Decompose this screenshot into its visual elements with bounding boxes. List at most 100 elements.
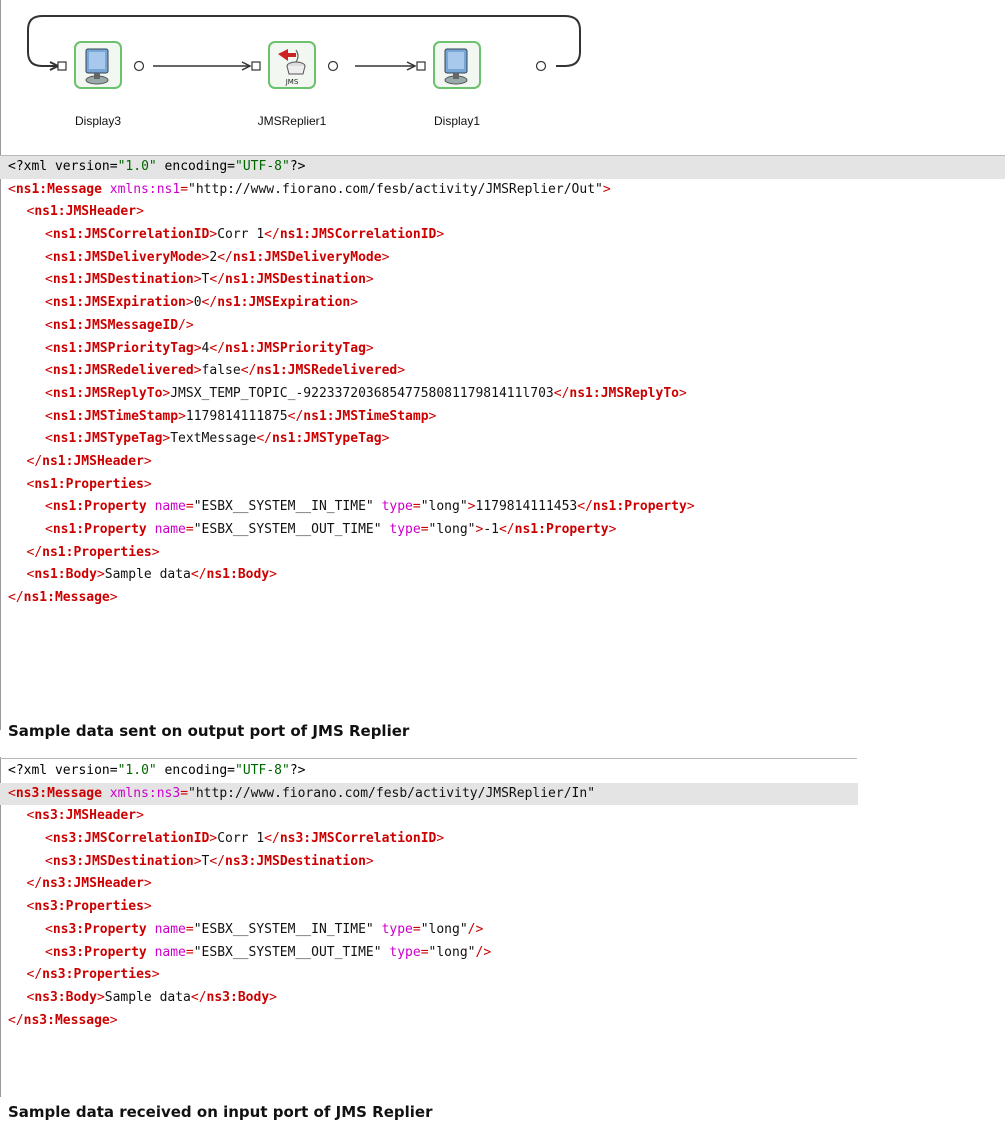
xml-tag: ns3:JMSDestination [52,853,194,869]
xml-properties-close: </ns1:Properties> [26,544,160,560]
xml-tag: ns3:Message [15,785,102,801]
xml-value: false [201,363,241,379]
xml-attr: name [154,921,186,937]
xml-header-close: </ns3:JMSHeader> [26,876,152,892]
input-port[interactable] [251,61,261,71]
output-port[interactable] [535,60,547,72]
xml-header-field: <ns1:JMSDeliveryMode>2</ns1:JMSDeliveryM… [45,249,390,265]
xml-value: Corr 1 [217,831,265,847]
xml-header-open: <ns3:JMSHeader> [26,808,144,824]
xml-header-open: <ns1:JMSHeader> [26,204,144,220]
input-xml-view: <?xml version="1.0" encoding="UTF-8"?> <n… [0,760,1005,1032]
xml-header-field: <ns1:JMSTypeTag>TextMessage</ns1:JMSType… [45,431,390,447]
xml-value: Sample data [104,567,191,583]
xml-attr: type [381,499,413,515]
xml-value: -1 [483,522,499,537]
xml-header-field: <ns3:JMSDestination>T</ns3:JMSDestinatio… [45,853,374,869]
xml-tag: ns3:JMSCorrelationID [279,831,437,847]
xml-property: <ns1:Property name="ESBX__SYSTEM__IN_TIM… [45,499,695,515]
node-display3[interactable] [57,41,145,89]
node-label-jmsreplier1: JMSReplier1 [258,114,327,128]
node-jmsreplier1[interactable]: JMS [251,41,339,89]
xml-tag: ns1:Property [514,522,609,537]
output-port[interactable] [327,60,339,72]
xml-tag: ns3:Properties [42,967,152,983]
xml-tag: ns1:JMSExpiration [217,295,351,311]
xml-tag: ns1:JMSTypeTag [271,431,382,447]
xml-value: TextMessage [170,431,257,447]
jms-badge: JMS [285,78,299,86]
xml-tag: ns1:JMSMessageID [52,317,179,333]
xml-header-field: <ns3:JMSCorrelationID>Corr 1</ns3:JMSCor… [45,831,445,847]
input-port[interactable] [416,61,426,71]
xml-declaration: <?xml version="1.0" encoding="UTF-8"?> [0,156,1005,179]
xml-attr-value: "long" [420,921,468,937]
xml-attr-value: "ESBX__SYSTEM__IN_TIME" [193,499,374,515]
xml-tag: ns1:JMSReplyTo [569,385,679,401]
xml-attr-value: "ESBX__SYSTEM__OUT_TIME" [193,944,382,960]
xml-root-open: <ns3:Message xmlns:ns3="http://www.fiora… [0,782,858,806]
xml-header-field: <ns1:JMSReplyTo>JMSX_TEMP_TOPIC_-9223372… [45,385,687,401]
xml-tag: ns3:Properties [34,899,144,915]
xml-value: 1179814111875 [185,408,288,424]
xml-tag: ns1:Body [34,567,97,583]
input-caption: Sample data received on input port of JM… [8,1103,433,1121]
xml-header-field: <ns1:JMSRedelivered>false</ns1:JMSRedeli… [45,363,406,379]
xml-value: JMSX_TEMP_TOPIC_-92233720368547758081179… [170,385,554,401]
xml-attr: name [154,944,186,960]
node-display1[interactable] [416,41,547,89]
xml-properties-open: <ns1:Properties> [26,476,152,492]
xml-tag: ns1:JMSTimeStamp [303,408,429,424]
xml-tag: ns3:Body [34,989,97,1005]
xml-root-close: </ns3:Message> [8,1012,118,1028]
xml-tag: ns1:JMSTypeTag [52,431,163,447]
xml-tag: ns3:JMSCorrelationID [52,831,210,847]
xml-property: <ns3:Property name="ESBX__SYSTEM__OUT_TI… [45,944,492,960]
xml-header-field: <ns1:JMSExpiration>0</ns1:JMSExpiration> [45,295,359,311]
xml-attr-value: "ESBX__SYSTEM__OUT_TIME" [193,522,382,537]
xml-header-field: <ns1:JMSMessageID/> [45,317,194,333]
xml-tag: ns3:Property [52,921,147,937]
xml-body: <ns3:Body>Sample data</ns3:Body> [26,989,277,1005]
xml-value: 1179814111453 [475,499,578,515]
node-label-display3: Display3 [75,114,121,128]
xml-tag: ns1:JMSHeader [34,204,137,220]
xml-tag: ns3:Message [23,1012,110,1028]
xml-attr: type [389,944,421,960]
xml-attr-value: "ESBX__SYSTEM__IN_TIME" [193,921,374,937]
flow-canvas: JMS Display3 JMSReplier1 Display1 [27,15,581,128]
xml-tag: ns1:JMSTimeStamp [52,408,179,424]
xml-property: <ns1:Property name="ESBX__SYSTEM__OUT_TI… [45,522,617,537]
xml-root-close: </ns1:Message> [8,590,118,606]
xml-tag: ns1:JMSExpiration [52,295,186,311]
xml-tag: ns1:JMSRedelivered [52,363,194,379]
xml-tag: ns1:JMSPriorityTag [225,340,366,356]
xml-tag: ns1:Message [15,181,102,197]
xml-tag: ns3:Body [206,989,270,1005]
output-port[interactable] [133,60,145,72]
input-port[interactable] [57,61,67,71]
xml-tag: ns1:JMSReplyTo [52,385,163,401]
xml-tag: ns1:JMSRedelivered [256,363,398,379]
divider [0,758,857,759]
xml-header-field: <ns1:JMSPriorityTag>4</ns1:JMSPriorityTa… [45,340,374,356]
output-xml-view: <?xml version="1.0" encoding="UTF-8"?> <n… [0,156,1005,610]
xml-value: 0 [193,295,202,311]
xml-attr: xmlns:ns3 [109,785,181,801]
xml-tag: ns1:JMSPriorityTag [52,340,194,356]
xml-tag: ns3:JMSDestination [225,853,366,869]
xml-attr-value: "http://www.fiorano.com/fesb/activity/JM… [188,785,596,801]
xml-tag: ns1:JMSDeliveryMode [52,249,202,265]
xml-tag: ns1:JMSCorrelationID [279,227,437,243]
xml-tag: ns1:Properties [42,544,152,560]
xml-tag: ns3:Property [52,944,147,960]
xml-value: Sample data [104,989,191,1005]
xml-header-close: </ns1:JMSHeader> [26,453,152,469]
xml-attr-value: "long" [428,944,476,960]
xml-attr: name [154,499,186,515]
xml-tag: ns1:Properties [34,476,144,492]
xml-tag: ns1:Message [23,590,110,606]
flow-diagram: JMS Display3 JMSReplier1 Display1 [0,0,1005,155]
xml-tag: ns1:JMSCorrelationID [52,227,210,243]
xml-attr-value: "long" [428,522,476,537]
